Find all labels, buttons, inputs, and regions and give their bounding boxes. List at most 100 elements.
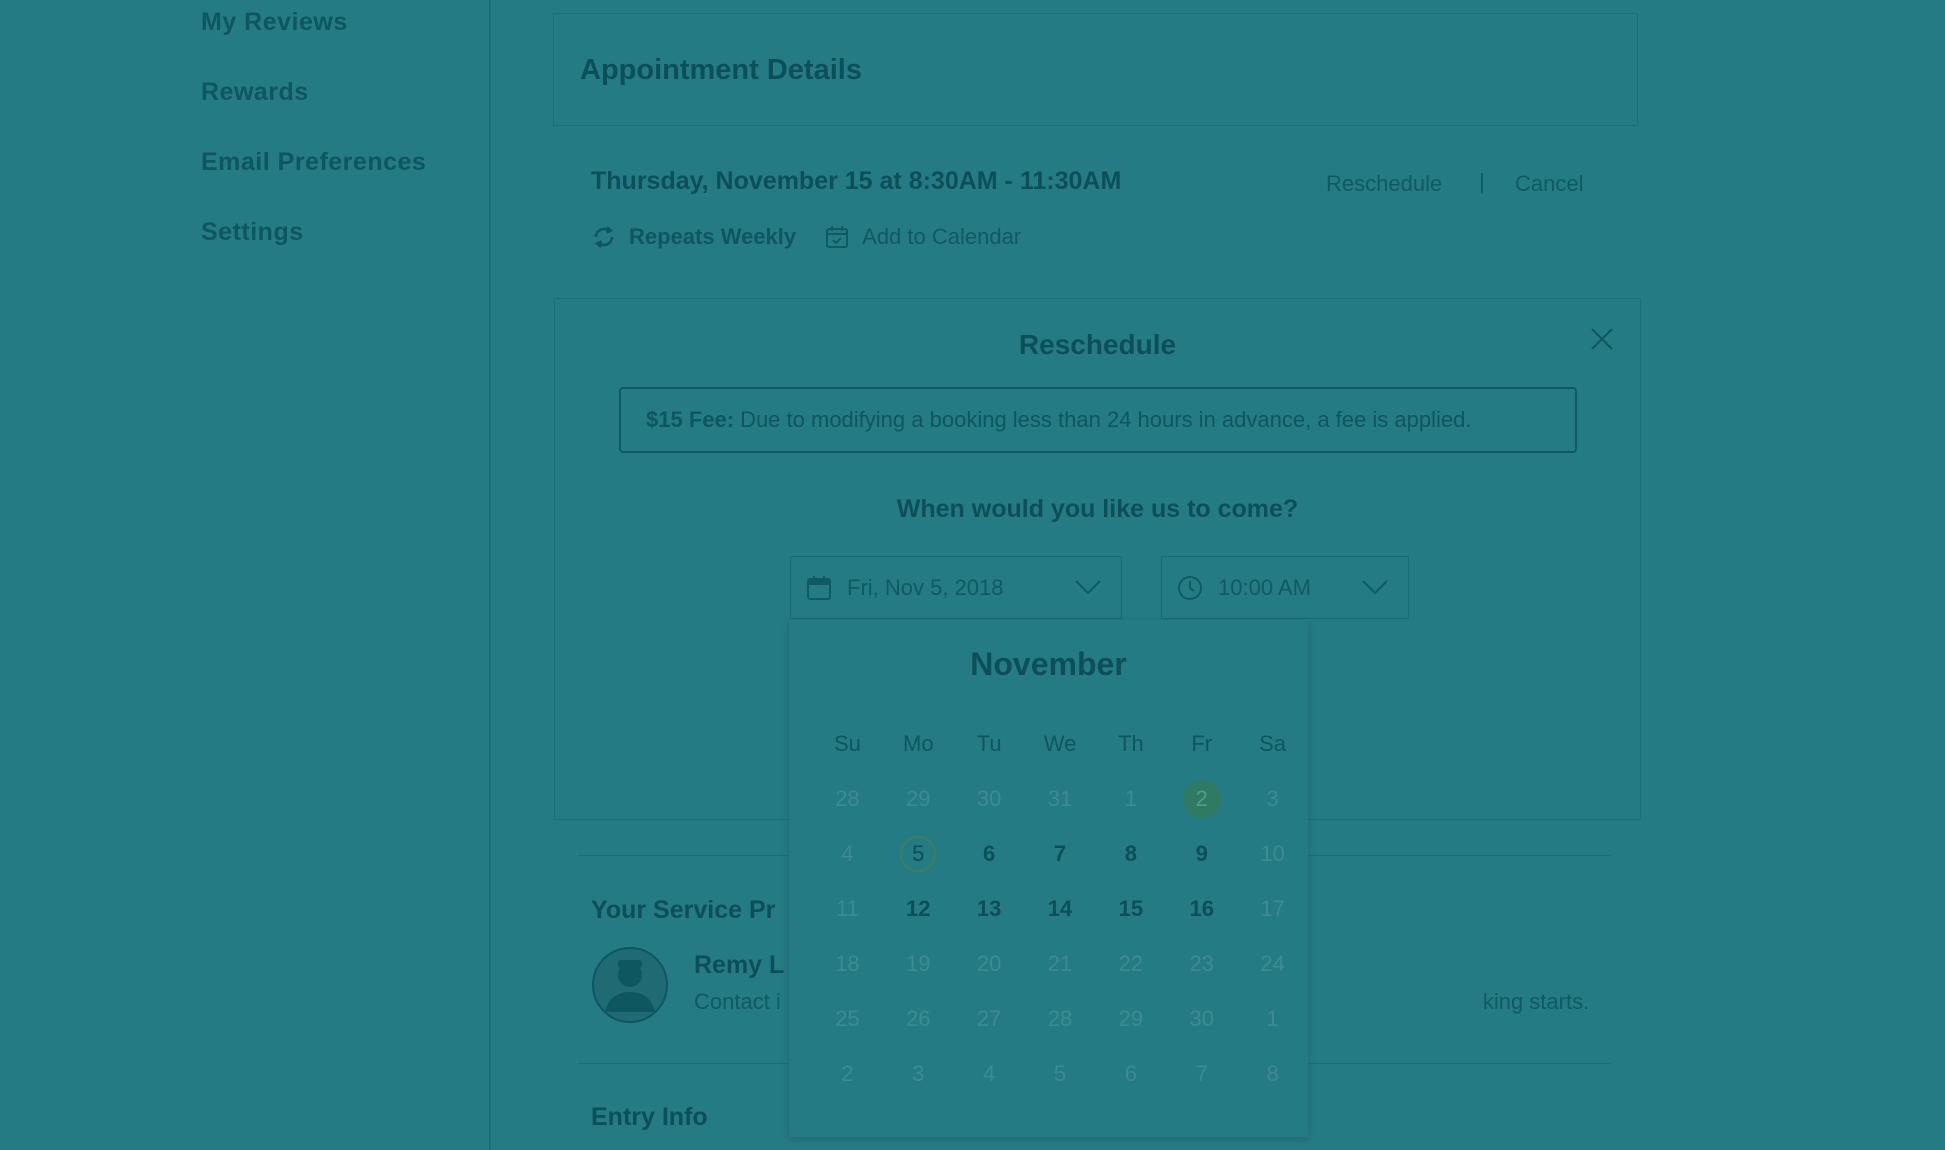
calendar-day: 10 xyxy=(1237,834,1308,874)
sidebar-item-rewards[interactable]: Rewards xyxy=(201,78,309,107)
calendar-day: 31 xyxy=(1025,779,1096,819)
calendar-day: 4 xyxy=(954,1054,1025,1094)
calendar-day-number: 2 xyxy=(841,1060,854,1086)
calendar-day: 2 xyxy=(812,1054,883,1094)
appointment-meta-row: Repeats Weekly Add to Calendar xyxy=(591,222,1021,252)
entry-info-title: Entry Info xyxy=(591,1103,708,1131)
close-icon[interactable] xyxy=(1588,325,1616,353)
calendar-day-number: 12 xyxy=(906,895,931,921)
calendar-grid: Su Mo Tu We Th Fr Sa 28 29 30 31 1 2 3 4 5 6 7 8 9 10 11 12 13… xyxy=(789,716,1308,1101)
avatar-icon xyxy=(592,947,668,1023)
calendar-day-number: 6 xyxy=(1124,1060,1137,1086)
calendar-day[interactable]: 8 xyxy=(1095,834,1166,874)
provider-contact-prefix: Contact i xyxy=(694,989,781,1014)
calendar-day[interactable]: 9 xyxy=(1166,834,1237,874)
calendar-week-row: 4 5 6 7 8 9 10 xyxy=(789,826,1308,881)
appointment-details-header: Appointment Details xyxy=(553,13,1638,126)
weekday-label: Su xyxy=(833,730,861,756)
sidebar-item-my-reviews[interactable]: My Reviews xyxy=(201,8,348,37)
reschedule-title: Reschedule xyxy=(1018,329,1177,360)
calendar-day-number: 3 xyxy=(912,1060,925,1086)
repeat-icon xyxy=(591,224,617,250)
calendar-day-number: 11 xyxy=(836,895,859,921)
calendar-day[interactable]: 14 xyxy=(1025,889,1096,929)
calendar-day-number: 28 xyxy=(835,785,860,811)
calendar-icon xyxy=(805,574,833,602)
schedule-question: When would you like us to come? xyxy=(896,495,1299,523)
weekday-label: Th xyxy=(1118,730,1144,756)
provider-contact-suffix: king starts. xyxy=(1482,989,1590,1014)
calendar-day: 11 xyxy=(812,889,883,929)
calendar-day: 27 xyxy=(954,999,1025,1039)
clock-icon xyxy=(1176,574,1204,602)
calendar-day: 22 xyxy=(1095,944,1166,984)
time-select[interactable]: 10:00 AM xyxy=(1161,556,1409,619)
reschedule-link[interactable]: Reschedule xyxy=(1326,171,1442,197)
calendar-day: 3 xyxy=(1237,779,1308,819)
calendar-day[interactable]: 12 xyxy=(883,889,954,929)
date-select[interactable]: Fri, Nov 5, 2018 xyxy=(790,556,1122,619)
calendar-day: 21 xyxy=(1025,944,1096,984)
calendar-day-number: 4 xyxy=(983,1060,996,1086)
calendar-day-number: 17 xyxy=(1260,895,1285,921)
calendar-day-number: 29 xyxy=(1118,1005,1144,1031)
calendar-day-number: 29 xyxy=(906,785,931,811)
repeats-weekly-label: Repeats Weekly xyxy=(629,224,797,249)
calendar-day[interactable]: 16 xyxy=(1166,889,1237,929)
calendar-day-number: 6 xyxy=(983,840,996,866)
calendar-day-number: 24 xyxy=(1260,950,1285,976)
sidebar-item-email-preferences[interactable]: Email Preferences xyxy=(201,148,426,177)
weekday-label: Mo xyxy=(903,730,934,756)
calendar-day[interactable]: 5 xyxy=(883,834,954,874)
calendar-day-number: 18 xyxy=(835,950,860,976)
calendar-day-number: 20 xyxy=(976,950,1002,976)
calendar-day: 7 xyxy=(1166,1054,1237,1094)
calendar-week-row: 28 29 30 31 1 2 3 xyxy=(789,771,1308,826)
add-to-calendar-link[interactable]: Add to Calendar xyxy=(862,224,1021,250)
calendar-day: 29 xyxy=(1095,999,1166,1039)
calendar-day: 28 xyxy=(812,779,883,819)
calendar-day: 8 xyxy=(1237,1054,1308,1094)
calendar-day-number: 7 xyxy=(1195,1060,1208,1086)
sidebar-item-settings[interactable]: Settings xyxy=(201,218,304,247)
calendar-day[interactable]: 7 xyxy=(1025,834,1096,874)
calendar-day: 25 xyxy=(812,999,883,1039)
calendar-day: 26 xyxy=(883,999,954,1039)
appointment-datetime: Thursday, November 15 at 8:30AM - 11:30A… xyxy=(591,167,1122,195)
calendar-day: 23 xyxy=(1166,944,1237,984)
cancel-link[interactable]: Cancel xyxy=(1515,171,1583,197)
weekday-label: Fr xyxy=(1191,730,1213,756)
calendar-day-number: 21 xyxy=(1047,950,1073,976)
calendar-day[interactable]: 6 xyxy=(954,834,1025,874)
calendar-add-icon[interactable] xyxy=(824,224,850,250)
fee-label: $15 Fee: xyxy=(646,407,735,432)
calendar-day-number: 25 xyxy=(835,1005,860,1031)
calendar-day: 30 xyxy=(954,779,1025,819)
time-select-value: 10:00 AM xyxy=(1218,574,1311,600)
calendar-day-number: 3 xyxy=(1266,785,1279,811)
calendar-day-number: 7 xyxy=(1053,840,1067,866)
calendar-day[interactable]: 2 xyxy=(1166,779,1237,819)
weekday-header: Su Mo Tu We Th Fr Sa xyxy=(789,716,1308,771)
calendar-day: 1 xyxy=(1237,999,1308,1039)
calendar-month: November xyxy=(970,646,1127,682)
calendar-day: 18 xyxy=(812,944,883,984)
chevron-down-icon xyxy=(1360,575,1390,599)
calendar-day[interactable]: 13 xyxy=(954,889,1025,929)
calendar-day-number: 30 xyxy=(976,785,1002,811)
calendar-day: 5 xyxy=(1025,1054,1096,1094)
avatar xyxy=(591,946,669,1024)
calendar-day-number: 5 xyxy=(1053,1060,1067,1086)
date-picker-popup: November Su Mo Tu We Th Fr Sa 28 29 30 31 1 2 3 4 5 6 7 8… xyxy=(789,620,1308,1137)
calendar-day: 6 xyxy=(1095,1054,1166,1094)
calendar-day: 28 xyxy=(1025,999,1096,1039)
calendar-week-row: 25 26 27 28 29 30 1 xyxy=(789,991,1308,1046)
calendar-day-number: 28 xyxy=(1047,1005,1073,1031)
calendar-day-number: 1 xyxy=(1124,785,1137,811)
calendar-day[interactable]: 15 xyxy=(1095,889,1166,929)
calendar-day-number: 4 xyxy=(841,840,854,866)
calendar-day-number: 23 xyxy=(1189,950,1214,976)
chevron-down-icon xyxy=(1073,575,1103,599)
calendar-day: 20 xyxy=(954,944,1025,984)
weekday-label: Sa xyxy=(1259,730,1287,756)
